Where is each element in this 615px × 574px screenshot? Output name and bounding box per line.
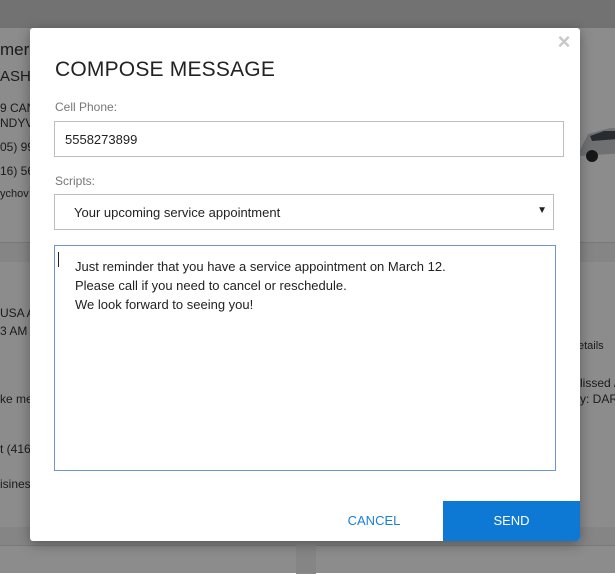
message-line: Please call if you need to cancel or res… (75, 278, 347, 293)
dialog-title: COMPOSE MESSAGE (55, 58, 276, 81)
close-icon[interactable]: × (556, 31, 572, 53)
dropdown-arrow-icon: ▼ (537, 205, 547, 216)
compose-message-dialog: × COMPOSE MESSAGE Cell Phone: Scripts: Y… (30, 28, 580, 541)
scripts-selected-value: Your upcoming service appointment (74, 205, 281, 220)
message-line: We look forward to seeing you! (75, 297, 254, 312)
message-line: Just reminder that you have a service ap… (75, 259, 446, 274)
cell-phone-label: Cell Phone: (55, 100, 118, 114)
scripts-select[interactable]: Your upcoming service appointment ▼ (54, 194, 554, 230)
cancel-button[interactable]: CANCEL (320, 501, 428, 541)
send-button[interactable]: SEND (443, 501, 580, 541)
scripts-label: Scripts: (55, 174, 96, 188)
message-textarea[interactable]: Just reminder that you have a service ap… (54, 245, 556, 471)
cell-phone-input[interactable] (54, 121, 564, 157)
text-cursor (58, 252, 59, 267)
